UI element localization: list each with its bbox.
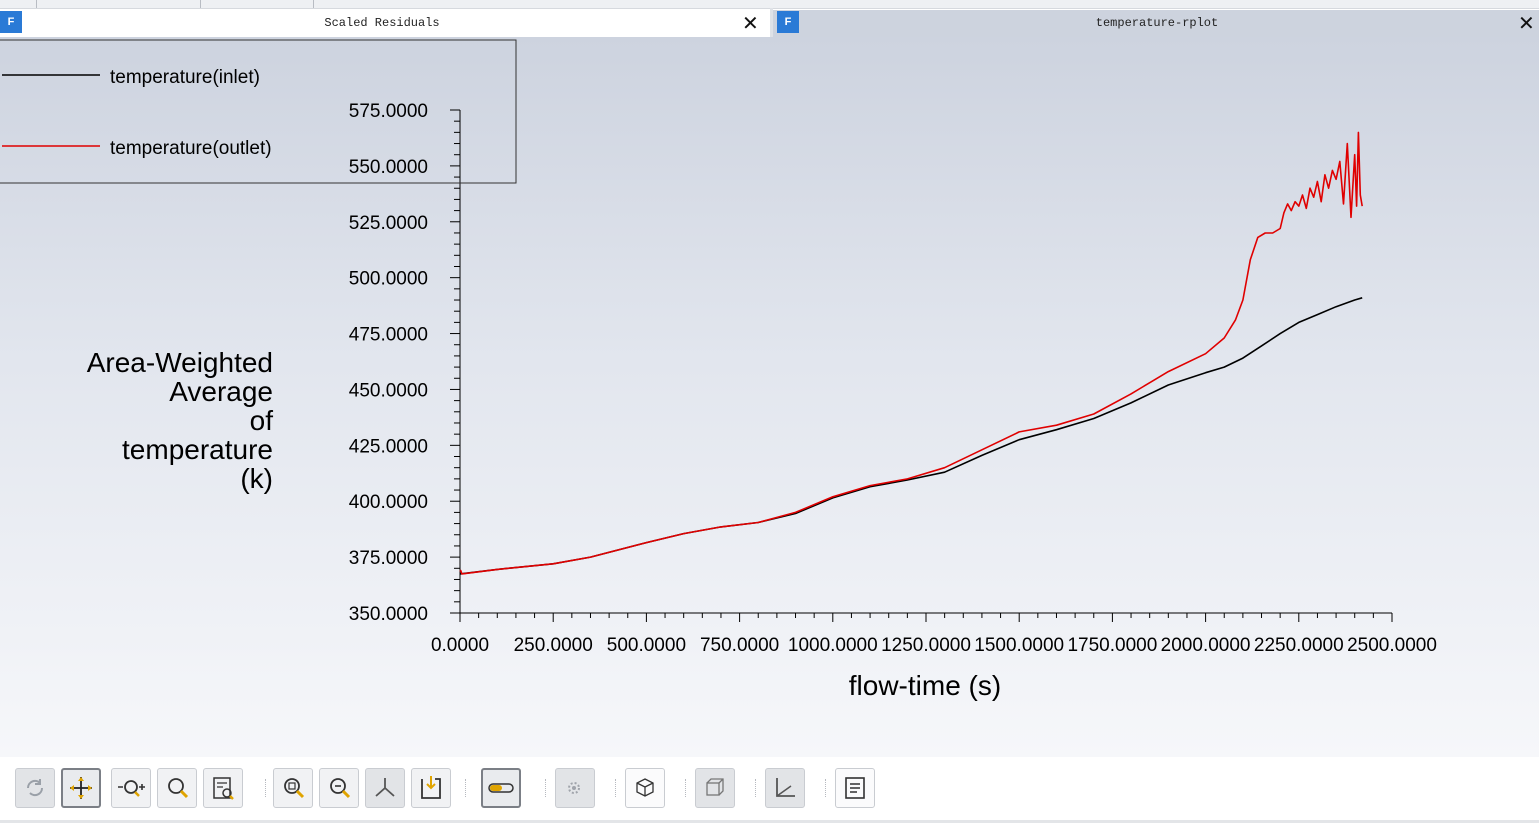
zoom-plus-minus-icon xyxy=(118,780,145,797)
plot-canvas[interactable]: 350.0000 375.0000 400.0000 425.0000 450.0000… xyxy=(0,37,1539,757)
y-tick-label: 350.0000 xyxy=(349,604,428,625)
rotate-icon xyxy=(26,779,44,797)
probe-icon xyxy=(213,777,234,800)
probe-button[interactable] xyxy=(203,768,243,808)
x-axis-label: flow-time (s) xyxy=(849,670,1001,701)
y-tick-label: 475.0000 xyxy=(349,325,428,346)
colormap-icon xyxy=(488,783,514,793)
toolbar-separator xyxy=(685,779,688,797)
save-picture-icon xyxy=(421,776,441,799)
magnifier-icon xyxy=(168,778,189,799)
tab-divider xyxy=(36,0,37,8)
series-line-inlet xyxy=(459,297,1363,575)
fluent-logo-icon: F xyxy=(0,11,22,33)
xy-axes-icon xyxy=(776,778,795,797)
close-icon[interactable]: ✕ xyxy=(1518,13,1535,33)
y-axis-label-line: Area-Weighted xyxy=(87,347,273,378)
x-tick-label: 1250.0000 xyxy=(881,635,971,656)
view-options-button[interactable] xyxy=(555,768,595,808)
cube-icon xyxy=(636,778,654,797)
fit-to-window-button[interactable] xyxy=(273,768,313,808)
x-tick-label: 2250.0000 xyxy=(1254,635,1344,656)
x-tick-label: 750.0000 xyxy=(700,635,779,656)
x-tick-label: 1500.0000 xyxy=(974,635,1064,656)
x-tick-label: 500.0000 xyxy=(607,635,686,656)
pan-button[interactable] xyxy=(61,768,101,808)
axes-button[interactable] xyxy=(365,768,405,808)
legend-label-inlet: temperature(inlet) xyxy=(110,67,260,88)
x-tick-label: 2500.0000 xyxy=(1347,635,1437,656)
camera-gear-icon xyxy=(568,782,580,794)
y-tick-label: 375.0000 xyxy=(349,548,428,569)
notes-button[interactable] xyxy=(835,768,875,808)
toolbar-separator xyxy=(755,779,758,797)
x-tick-label: 1750.0000 xyxy=(1067,635,1157,656)
zoom-out-button[interactable] xyxy=(319,768,359,808)
toolbar-separator xyxy=(265,779,268,797)
chart-axes: 350.0000 375.0000 400.0000 425.0000 450.0000… xyxy=(349,101,1437,656)
y-tick-label: 550.0000 xyxy=(349,157,428,178)
toolbar-separator xyxy=(615,779,618,797)
tab-title: temperature-rplot xyxy=(1095,16,1219,30)
y-tick-label: 450.0000 xyxy=(349,380,428,401)
chart-legend[interactable]: temperature(inlet) temperature(outlet) xyxy=(0,39,517,184)
x-tick-label: 2000.0000 xyxy=(1161,635,1251,656)
y-axis-label-line: Average xyxy=(169,376,273,407)
y-axis-label-line: of xyxy=(250,405,274,436)
rotate-button[interactable] xyxy=(15,768,55,808)
notes-icon xyxy=(845,777,865,799)
x-tick-label: 250.0000 xyxy=(514,635,593,656)
axes-icon xyxy=(375,778,395,797)
y-tick-label: 500.0000 xyxy=(349,269,428,290)
colormap-button[interactable] xyxy=(481,768,521,808)
x-tick-label: 0.0000 xyxy=(431,635,489,656)
y-tick-label: 400.0000 xyxy=(349,492,428,513)
cube-outline-icon xyxy=(706,778,724,796)
fluent-logo-icon: F xyxy=(777,11,799,33)
pan-icon xyxy=(70,777,92,799)
graphics-toolbar xyxy=(0,757,1539,823)
temperature-chart: 350.0000 375.0000 400.0000 425.0000 450.0000… xyxy=(0,39,1437,701)
plot-axes-button[interactable] xyxy=(765,768,805,808)
toolbar-separator xyxy=(545,779,548,797)
isometric-view-button[interactable] xyxy=(625,768,665,808)
y-axis-label: Area-WeightedAverageoftemperature(k) xyxy=(87,347,273,494)
close-icon[interactable]: ✕ xyxy=(742,13,759,33)
y-tick-label: 575.0000 xyxy=(349,101,428,122)
temperature-rplot-tab[interactable]: F temperature-rplot ✕ xyxy=(773,10,1539,37)
tab-divider xyxy=(313,0,314,8)
x-tick-label: 1000.0000 xyxy=(788,635,878,656)
tab-divider xyxy=(200,0,201,8)
y-axis-label-line: temperature xyxy=(122,434,273,465)
scaled-residuals-tab[interactable]: F Scaled Residuals ✕ xyxy=(0,10,770,37)
series-line-outlet xyxy=(459,131,1363,575)
toolbar-separator xyxy=(465,779,468,797)
y-tick-label: 525.0000 xyxy=(349,213,428,234)
zoom-out-icon xyxy=(330,778,351,799)
legend-box xyxy=(0,39,517,184)
tab-title: Scaled Residuals xyxy=(324,16,440,30)
outline-view-button[interactable] xyxy=(695,768,735,808)
save-picture-button[interactable] xyxy=(411,768,451,808)
zoom-fit-icon xyxy=(284,778,305,799)
chart-series xyxy=(459,131,1363,575)
y-axis-label-line: (k) xyxy=(240,463,273,494)
toolbar-separator xyxy=(825,779,828,797)
zoom-button[interactable] xyxy=(111,768,151,808)
y-tick-label: 425.0000 xyxy=(349,436,428,457)
zoom-to-area-button[interactable] xyxy=(157,768,197,808)
legend-label-outlet: temperature(outlet) xyxy=(110,138,272,159)
